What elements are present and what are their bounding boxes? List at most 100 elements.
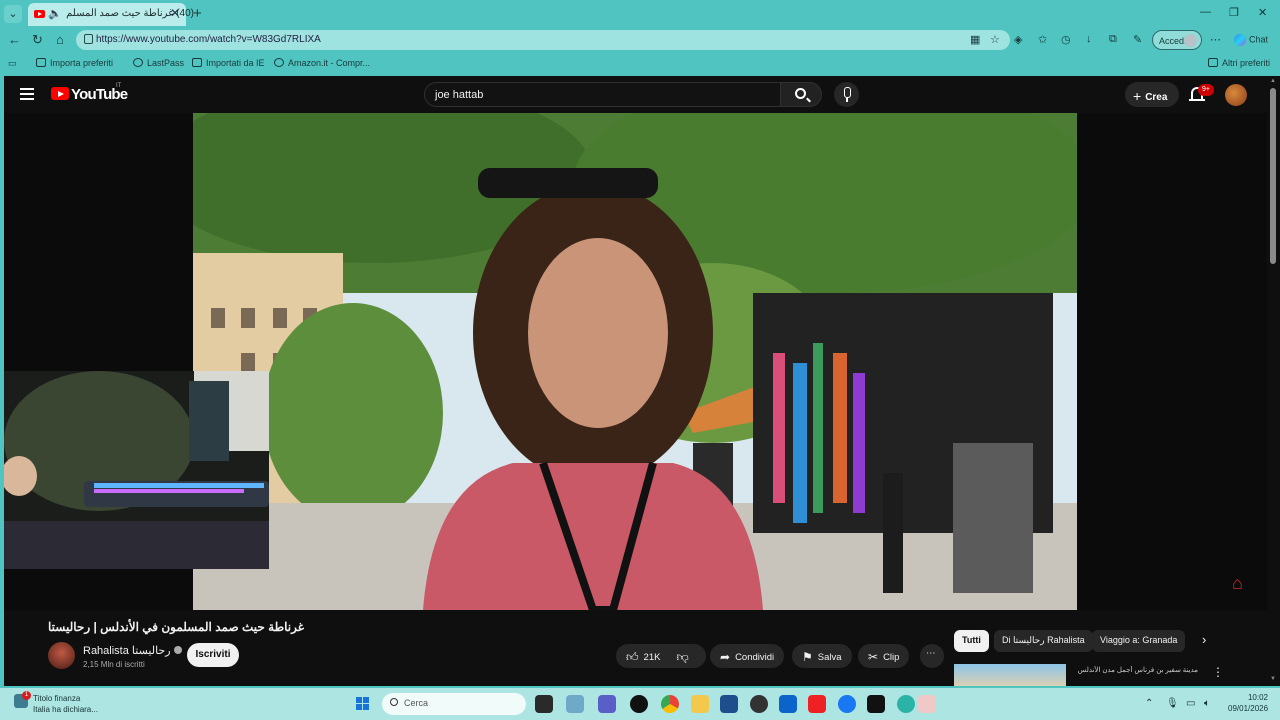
create-button[interactable]: + Crea [1125,82,1179,107]
voice-search-button[interactable] [834,82,859,107]
clock[interactable]: 10:02 09/01/2026 [1228,693,1268,713]
clip-button[interactable]: ✂ Clip [858,644,910,668]
bookmark-other[interactable]: Altri preferiti [1208,58,1270,68]
youtube-app-icon[interactable] [808,695,826,713]
tab-youtube[interactable]: 🔈 (40) غرناطة حيث صمد المسلم ✕ [28,3,194,26]
bookmark-label: Importa preferiti [50,58,114,68]
more-menu-icon[interactable]: ⋯ [1210,33,1221,46]
copilot-app-icon[interactable] [566,695,584,713]
save-button[interactable]: ⚑ Salva [792,644,852,668]
store-app-icon[interactable] [720,695,738,713]
chip-travel-granada[interactable]: Viaggio a: Granada [1092,630,1186,652]
close-tab-icon[interactable]: ✕ [170,6,180,20]
dislike-button[interactable]: 👎︎ [676,650,693,664]
clip-label: Clip [883,652,900,663]
scroll-down-icon[interactable]: ▼ [1270,676,1276,682]
bookmark-label: Altri preferiti [1222,58,1271,68]
save-label: Salva [817,652,842,663]
tiktok-app-icon[interactable] [630,695,648,713]
restore-icon[interactable]: ❐ [1229,6,1239,19]
favorite-star-icon[interactable]: ☆ [990,33,1000,46]
widget-subtitle[interactable]: Italia ha dichiara... [33,705,98,714]
speaker-icon[interactable]: 🔈 [48,7,62,20]
address-bar[interactable]: https://www.youtube.com/watch?v=W83Gd7RL… [76,30,1010,50]
new-tab-button[interactable]: + [193,5,202,22]
chevron-up-icon[interactable]: ⌃ [1145,698,1153,709]
bookmark-ie[interactable]: Importati da IE [192,58,265,68]
chip-all[interactable]: Tutti [954,630,989,652]
thumbs-down-icon: 👎︎ [676,650,689,664]
page-scrollbar[interactable]: ▲ ▼ [1267,76,1280,686]
chrome-app-icon[interactable] [661,695,679,713]
search-icon [795,88,806,99]
active-app-icon[interactable] [918,695,936,713]
copilot-chat-button[interactable]: Chat [1234,34,1268,46]
url-text[interactable]: https://www.youtube.com/watch?v=W83Gd7RL… [96,34,321,45]
download-icon[interactable]: ↓ [1086,33,1092,45]
share-button[interactable]: ➦ Condividi [710,644,785,668]
more-dots-icon: ⋯ [926,648,936,659]
refresh-icon[interactable]: ↻ [32,32,43,48]
steam-app-icon[interactable] [750,695,768,713]
tab-actions-menu-button[interactable]: ⌄ [4,5,22,23]
video-player[interactable]: ⌂ [4,113,1267,610]
outlook-app-icon[interactable] [779,695,797,713]
menu-icon[interactable] [20,88,34,100]
file-explorer-icon[interactable] [691,695,709,713]
bookmark-import[interactable]: Importa preferiti [36,58,113,68]
verified-icon [173,646,182,654]
widget-title[interactable]: Titolo finanza [33,694,80,703]
youtube-favicon-icon [34,10,45,18]
start-button[interactable] [356,697,370,711]
bookmark-lastpass[interactable]: LastPass [133,58,184,68]
widgets-badge: 1 [22,691,31,700]
search-query[interactable]: joe hattab [435,89,483,101]
search-input[interactable]: joe hattab [424,82,786,107]
taskbar-search[interactable]: Cerca [382,693,526,715]
close-window-icon[interactable]: ✕ [1258,6,1267,19]
chip-from-channel[interactable]: Di رحاليستا Rahalista [994,630,1093,652]
search-button[interactable] [780,82,822,107]
netflix-app-icon[interactable] [867,695,885,713]
scrollbar-thumb[interactable] [1270,88,1276,264]
back-icon[interactable]: ← [8,32,21,47]
collections-icon[interactable]: ✎ [1133,33,1142,46]
recommendation-thumbnail[interactable] [954,664,1066,686]
teams-app-icon[interactable] [598,695,616,713]
subscribe-button[interactable]: Iscriviti [187,643,239,667]
minimize-icon[interactable]: — [1200,6,1211,18]
network-icon[interactable]: ▭ [1186,698,1195,709]
volume-icon[interactable]: 🔈︎ [1204,698,1210,709]
channel-watermark-icon[interactable]: ⌂ [1232,573,1243,594]
scroll-up-icon[interactable]: ▲ [1270,78,1276,84]
recommendation-more-icon[interactable]: ⋮ [1212,665,1224,679]
edge-app-icon[interactable] [897,695,915,713]
sign-in-button[interactable]: Accedi [1152,30,1202,50]
history-icon[interactable]: ◷ [1061,33,1071,46]
more-actions-button[interactable]: ⋯ [920,644,944,668]
youtube-logo-icon[interactable] [51,87,69,100]
screenshot-icon[interactable]: ⧉ [1109,33,1117,46]
account-avatar[interactable] [1225,84,1247,106]
lock-icon[interactable] [84,34,93,44]
like-button[interactable]: 👍︎ 21K 👎︎ [616,644,706,668]
facebook-app-icon[interactable] [838,695,856,713]
video-frame[interactable] [193,113,1077,610]
start-tile-icon [356,697,362,703]
extension-icon[interactable]: ◈ [1014,33,1022,46]
recommendation-title[interactable]: مدينة سفير بن فرناس أجمل مدن الأندلس [1072,666,1198,674]
chevron-right-icon[interactable]: › [1202,632,1206,647]
task-view-icon[interactable] [535,695,553,713]
channel-avatar[interactable] [48,642,75,669]
sidebar-toggle-icon[interactable]: ▭ [8,58,17,69]
start-tile-icon [363,697,369,703]
globe-icon [133,58,143,67]
microphone-icon[interactable]: 🎙︎ [1166,698,1179,709]
channel-name[interactable]: Rahalista رحاليستا [83,644,182,657]
bookmark-label: Importati da IE [206,58,265,68]
favorites-icon[interactable]: ✩ [1038,33,1047,46]
reader-view-icon[interactable]: ▦ [970,33,980,46]
home-icon[interactable]: ⌂ [56,32,64,47]
notifications-badge: 9+ [1198,84,1214,96]
bookmark-amazon[interactable]: Amazon.it - Compr... [274,58,370,68]
